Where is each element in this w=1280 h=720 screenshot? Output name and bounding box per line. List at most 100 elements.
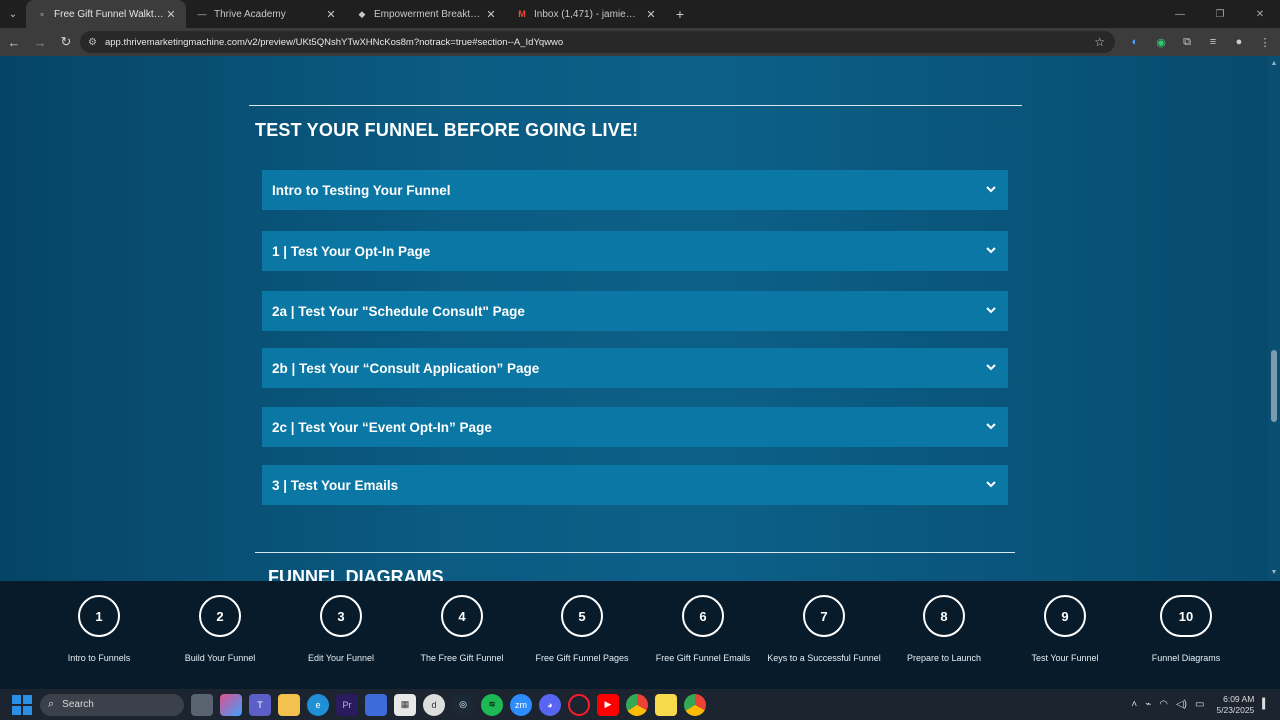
chrome-profile-icon[interactable] xyxy=(684,693,706,716)
page-icon: ◆ xyxy=(358,8,366,19)
profile-avatar-icon[interactable]: ● xyxy=(1226,36,1252,48)
tab-close-icon[interactable]: ✕ xyxy=(644,8,658,21)
page-scrollbar[interactable]: ▲ ▼ xyxy=(1268,56,1280,581)
chevron-down-icon xyxy=(986,247,996,254)
accordion-test-opt-in[interactable]: 1 | Test Your Opt-In Page xyxy=(262,231,1008,271)
tab-close-icon[interactable]: ✕ xyxy=(484,8,498,21)
step-8[interactable]: 8 Prepare to Launch xyxy=(879,595,1009,663)
step-3[interactable]: 3 Edit Your Funnel xyxy=(276,595,406,663)
clock-date: 5/23/2025 xyxy=(1216,704,1255,715)
step-1[interactable]: 1 Intro to Funnels xyxy=(34,595,164,663)
step-label: Edit Your Funnel xyxy=(307,653,375,663)
zoom-icon[interactable]: zm xyxy=(510,693,532,716)
minimize-icon[interactable]: — xyxy=(1160,0,1200,28)
chevron-down-icon xyxy=(986,481,996,488)
volume-icon[interactable]: ◁) xyxy=(1176,699,1187,710)
gmail-icon: M xyxy=(518,9,526,19)
file-explorer-icon[interactable] xyxy=(278,693,300,716)
search-label: Search xyxy=(62,699,94,710)
step-number: 7 xyxy=(803,595,845,637)
bookmark-star-icon[interactable]: ☆ xyxy=(1094,35,1105,49)
step-label: Build Your Funnel xyxy=(184,653,256,663)
system-tray: ˄ ⌁ ◠ ◁) ▭ 6:09 AM 5/23/2025 ▍ xyxy=(1123,689,1270,720)
teams-icon[interactable]: T xyxy=(249,693,271,716)
restore-icon[interactable]: ❐ xyxy=(1200,0,1240,28)
clock-time: 6:09 AM xyxy=(1223,693,1255,704)
tab-empowerment-breakthrough[interactable]: ◆ Empowerment Breakthrough S ✕ xyxy=(346,0,506,28)
taskbar-search[interactable]: ⌕ Search xyxy=(40,693,184,716)
scrollbar-thumb[interactable] xyxy=(1271,350,1277,422)
notification-icon[interactable]: ▍ xyxy=(1262,699,1270,710)
back-icon[interactable]: ← xyxy=(2,30,26,54)
wifi-icon[interactable]: ◠ xyxy=(1159,699,1168,710)
step-10[interactable]: 10 Funnel Diagrams xyxy=(1121,595,1251,663)
task-view-icon[interactable] xyxy=(191,693,213,716)
extensions-puzzle-icon[interactable]: ⧉ xyxy=(1174,36,1200,49)
step-9[interactable]: 9 Test Your Funnel xyxy=(1000,595,1130,663)
url-text[interactable]: app.thrivemarketingmachine.com/v2/previe… xyxy=(105,37,563,48)
tab-close-icon[interactable]: ✕ xyxy=(164,8,178,21)
reload-icon[interactable]: ↻ xyxy=(54,30,78,54)
window-controls: — ❐ ✕ xyxy=(1160,0,1280,28)
step-number: 4 xyxy=(441,595,483,637)
app-icon[interactable] xyxy=(365,693,387,716)
step-6[interactable]: 6 Free Gift Funnel Emails xyxy=(638,595,768,663)
step-number: 8 xyxy=(923,595,965,637)
page-icon: ▫ xyxy=(40,9,44,19)
accordion-schedule-consult[interactable]: 2a | Test Your "Schedule Consult" Page xyxy=(262,291,1008,331)
app-d-icon[interactable]: d xyxy=(423,693,445,716)
battery-saver-icon[interactable]: ⌁ xyxy=(1145,699,1151,710)
browser-menu-icon[interactable]: ⋮ xyxy=(1252,36,1278,49)
step-navigation-bar: 1 Intro to Funnels 2 Build Your Funnel 3… xyxy=(0,581,1280,689)
store-icon[interactable]: ▦ xyxy=(394,693,416,716)
accordion-event-opt-in[interactable]: 2c | Test Your “Event Opt-In” Page xyxy=(262,407,1008,447)
step-2[interactable]: 2 Build Your Funnel xyxy=(155,595,285,663)
address-bar[interactable]: ⚙ app.thrivemarketingmachine.com/v2/prev… xyxy=(80,31,1115,53)
chrome-icon[interactable] xyxy=(626,693,648,716)
media-queue-icon[interactable]: ≡ xyxy=(1200,36,1226,48)
copilot-icon[interactable] xyxy=(220,693,242,716)
youtube-icon[interactable]: ▶ xyxy=(597,693,619,716)
tab-free-gift-funnel[interactable]: ▫ Free Gift Funnel Walkthrough ( ✕ xyxy=(26,0,186,28)
tab-thrive-academy[interactable]: — Thrive Academy ✕ xyxy=(186,0,346,28)
tab-title: Thrive Academy xyxy=(214,8,286,20)
step-number: 10 xyxy=(1160,595,1212,637)
steam-icon[interactable]: ◎ xyxy=(452,693,474,716)
scroll-up-icon[interactable]: ▲ xyxy=(1270,60,1278,68)
battery-icon[interactable]: ▭ xyxy=(1195,699,1204,710)
step-4[interactable]: 4 The Free Gift Funnel xyxy=(397,595,527,663)
accordion-test-emails[interactable]: 3 | Test Your Emails xyxy=(262,465,1008,505)
accordion-consult-application[interactable]: 2b | Test Your “Consult Application” Pag… xyxy=(262,348,1008,388)
new-tab-button[interactable]: + xyxy=(666,0,694,28)
tab-search-icon[interactable]: ⌄ xyxy=(0,0,26,28)
windows-start-icon[interactable] xyxy=(12,694,32,715)
accordion-label: 1 | Test Your Opt-In Page xyxy=(272,243,431,259)
accordion-intro-testing[interactable]: Intro to Testing Your Funnel xyxy=(262,170,1008,210)
forward-icon[interactable]: → xyxy=(28,30,52,54)
tab-close-icon[interactable]: ✕ xyxy=(324,8,338,21)
clock[interactable]: 6:09 AM 5/23/2025 xyxy=(1216,694,1254,716)
scroll-down-icon[interactable]: ▼ xyxy=(1270,569,1278,577)
step-7[interactable]: 7 Keys to a Successful Funnel xyxy=(759,595,889,663)
edge-icon[interactable]: e xyxy=(307,693,329,716)
browser-toolbar: ← → ↻ ⚙ app.thrivemarketingmachine.com/v… xyxy=(0,28,1280,56)
site-info-icon[interactable]: ⚙ xyxy=(88,37,97,48)
extension-c-icon[interactable]: ◐ xyxy=(1122,36,1148,48)
opera-icon[interactable] xyxy=(568,693,590,716)
tray-chevron-icon[interactable]: ˄ xyxy=(1131,699,1137,710)
accordion-label: Intro to Testing Your Funnel xyxy=(272,182,451,198)
premiere-icon[interactable]: Pr xyxy=(336,693,358,716)
step-number: 1 xyxy=(78,595,120,637)
accordion-label: 2c | Test Your “Event Opt-In” Page xyxy=(272,419,492,435)
chevron-down-icon xyxy=(986,423,996,430)
step-number: 6 xyxy=(682,595,724,637)
grammarly-icon[interactable]: ◉ xyxy=(1148,36,1174,49)
sticky-notes-icon[interactable] xyxy=(655,693,677,716)
tab-inbox[interactable]: M Inbox (1,471) - jamie@thrive-a ✕ xyxy=(506,0,666,28)
discord-icon[interactable]: ◕ xyxy=(539,693,561,716)
accordion-label: 2a | Test Your "Schedule Consult" Page xyxy=(272,303,525,319)
spotify-icon[interactable]: ≋ xyxy=(481,693,503,716)
step-5[interactable]: 5 Free Gift Funnel Pages xyxy=(517,595,647,663)
next-section-title: FUNNEL DIAGRAMS xyxy=(268,567,444,581)
close-window-icon[interactable]: ✕ xyxy=(1240,0,1280,28)
